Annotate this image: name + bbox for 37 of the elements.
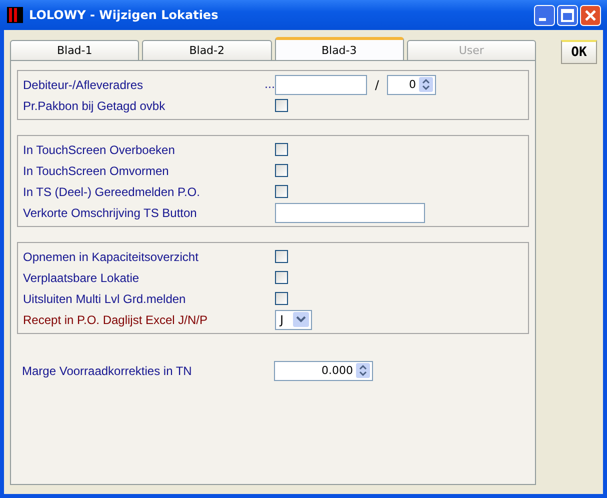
tab[interactable]: Blad-2 [142, 40, 272, 60]
lookup-link[interactable]: ... [255, 78, 275, 91]
spin-arrows-icon[interactable] [356, 363, 370, 378]
input-field[interactable] [275, 74, 367, 94]
checkbox[interactable] [275, 292, 288, 305]
window-title: LOLOWY - Wijzigen Lokaties [29, 8, 220, 22]
checkbox[interactable] [275, 185, 288, 198]
field-label: Debiteur-/Afleveradres [23, 78, 144, 92]
tab[interactable]: Blad-1 [10, 40, 140, 60]
number-spinner[interactable]: 0.000 [274, 360, 373, 380]
maximize-icon[interactable] [557, 4, 578, 26]
field-label: Recept in P.O. Daglijst Excel J/N/P [23, 312, 209, 326]
checkbox[interactable] [275, 164, 288, 177]
ok-button[interactable]: OK [561, 40, 597, 64]
minimize-icon[interactable] [534, 4, 555, 26]
field-label: Verplaatsbare Lokatie [23, 270, 140, 284]
caret-icon[interactable] [293, 312, 309, 327]
field-label: Pr.Pakbon bij Getagd ovbk [23, 98, 166, 112]
checkbox[interactable] [275, 271, 288, 284]
app-icon [7, 7, 23, 23]
checkbox[interactable] [275, 143, 288, 156]
separator-text: / [374, 78, 380, 92]
field-label: Opnemen in Kapaciteitsoverzicht [23, 250, 200, 264]
field-label: In TS (Deel-) Gereedmelden P.O. [23, 184, 201, 198]
field-label: In TouchScreen Overboeken [23, 142, 176, 156]
field-label: In TouchScreen Omvormen [23, 164, 170, 178]
field-label: Verkorte Omschrijving TS Button [23, 206, 198, 220]
field-label: Marge Voorraadkorrekties in TN [22, 364, 193, 378]
close-icon[interactable] [580, 4, 601, 26]
checkbox[interactable] [275, 99, 288, 112]
checkbox[interactable] [275, 250, 288, 263]
number-spinner[interactable]: 0 [387, 74, 436, 94]
tab[interactable]: Blad-3 [274, 37, 404, 60]
input-field[interactable] [275, 202, 425, 222]
spin-arrows-icon[interactable] [419, 77, 433, 92]
dropdown[interactable]: J [275, 310, 312, 330]
field-label: Uitsluiten Multi Lvl Grd.melden [23, 292, 187, 306]
